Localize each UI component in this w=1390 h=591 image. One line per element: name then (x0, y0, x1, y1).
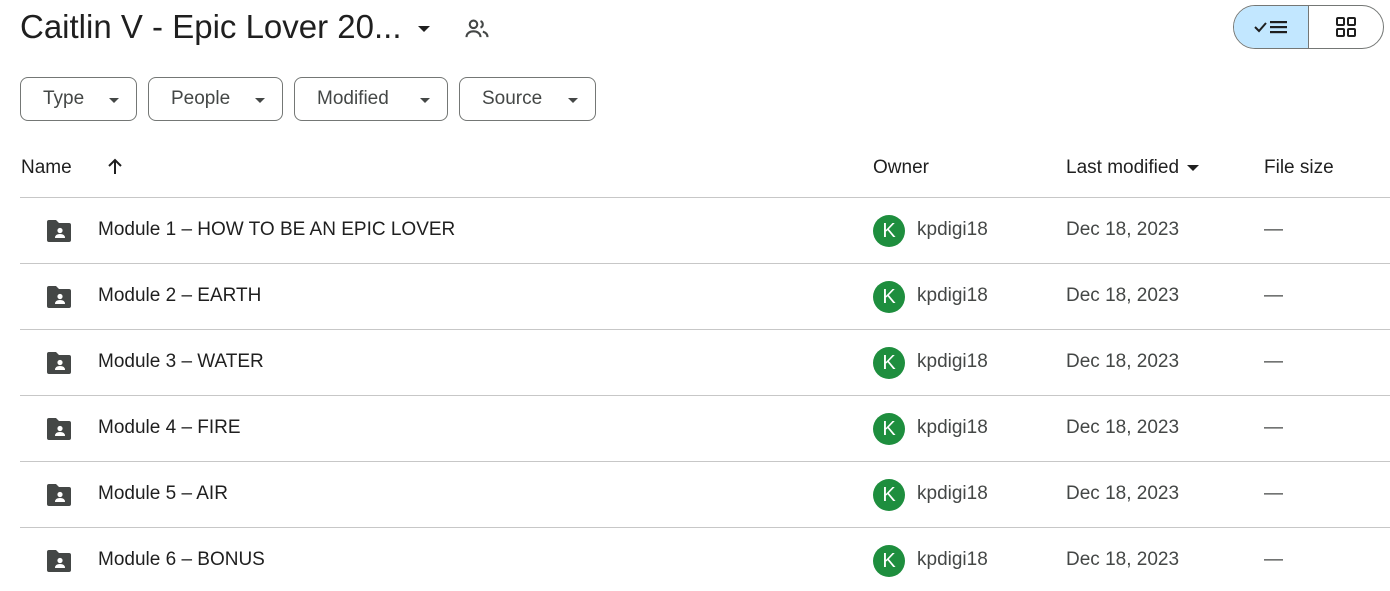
owner-name: kpdigi18 (917, 351, 988, 372)
shared-folder-icon (47, 418, 71, 440)
sort-ascending-arrow-icon[interactable] (104, 156, 126, 178)
file-name[interactable]: Module 4 – FIRE (98, 417, 241, 439)
filter-modified-chip[interactable]: Modified (294, 77, 448, 121)
column-header-last-modified[interactable]: Last modified (1066, 157, 1201, 179)
check-list-icon (1254, 21, 1287, 34)
last-modified-date: Dec 18, 2023 (1066, 483, 1180, 504)
table-header: Name Owner Last modified File size (20, 142, 1390, 198)
file-size: — (1264, 285, 1283, 306)
caret-down-icon (1187, 164, 1200, 171)
caret-down-icon (568, 98, 578, 103)
filter-people-chip[interactable]: People (148, 77, 283, 121)
file-size: — (1264, 219, 1283, 240)
filter-label: Type (43, 88, 85, 109)
caret-down-icon (255, 98, 265, 103)
shared-folder-icon (47, 484, 71, 506)
list-view-button[interactable] (1234, 6, 1309, 48)
last-modified-date: Dec 18, 2023 (1066, 285, 1180, 306)
file-size: — (1264, 549, 1283, 570)
file-name[interactable]: Module 2 – EARTH (98, 285, 261, 307)
shared-folder-icon (47, 220, 71, 242)
column-header-last-modified-label: Last modified (1066, 157, 1180, 178)
table-row[interactable]: Module 1 – HOW TO BE AN EPIC LOVER Kkpdig… (20, 198, 1390, 264)
avatar: K (873, 479, 905, 511)
table-row[interactable]: Module 4 – FIRE Kkpdigi18 Dec 18, 2023 — (20, 396, 1390, 462)
column-header-file-size[interactable]: File size (1264, 157, 1334, 179)
owner-name: kpdigi18 (917, 483, 988, 504)
grid-view-button[interactable] (1309, 6, 1383, 48)
file-size: — (1264, 351, 1283, 372)
avatar: K (873, 413, 905, 445)
filter-label: People (171, 88, 231, 109)
owner-name: kpdigi18 (917, 549, 988, 570)
column-header-name[interactable]: Name (21, 157, 72, 179)
shared-folder-icon (47, 550, 71, 572)
file-name[interactable]: Module 6 – BONUS (98, 549, 265, 571)
table-row[interactable]: Module 2 – EARTH Kkpdigi18 Dec 18, 2023 — (20, 264, 1390, 330)
owner-name: kpdigi18 (917, 219, 988, 240)
file-size: — (1264, 483, 1283, 504)
file-name[interactable]: Module 3 – WATER (98, 351, 264, 373)
file-name[interactable]: Module 1 – HOW TO BE AN EPIC LOVER (98, 219, 455, 241)
file-name[interactable]: Module 5 – AIR (98, 483, 228, 505)
table-row[interactable]: Module 5 – AIR Kkpdigi18 Dec 18, 2023 — (20, 462, 1390, 528)
filter-label: Source (482, 88, 543, 109)
shared-folder-icon (47, 352, 71, 374)
caret-down-icon[interactable] (412, 17, 436, 41)
filter-source-chip[interactable]: Source (459, 77, 596, 121)
folder-title[interactable]: Caitlin V - Epic Lover 20... (20, 6, 402, 48)
shared-people-icon (465, 19, 489, 38)
table-row[interactable]: Module 3 – WATER Kkpdigi18 Dec 18, 2023 — (20, 330, 1390, 396)
caret-down-icon (109, 98, 119, 103)
last-modified-date: Dec 18, 2023 (1066, 351, 1180, 372)
filter-label: Modified (317, 88, 389, 109)
avatar: K (873, 347, 905, 379)
last-modified-date: Dec 18, 2023 (1066, 219, 1180, 240)
avatar: K (873, 281, 905, 313)
caret-down-icon (420, 98, 430, 103)
shared-folder-icon (47, 286, 71, 308)
file-size: — (1264, 417, 1283, 438)
last-modified-date: Dec 18, 2023 (1066, 417, 1180, 438)
column-header-owner[interactable]: Owner (873, 157, 929, 179)
avatar: K (873, 215, 905, 247)
owner-name: kpdigi18 (917, 285, 988, 306)
table-row[interactable]: Module 6 – BONUS Kkpdigi18 Dec 18, 2023 — (20, 528, 1390, 591)
filter-type-chip[interactable]: Type (20, 77, 137, 121)
owner-name: kpdigi18 (917, 417, 988, 438)
view-toggle (1233, 5, 1384, 49)
last-modified-date: Dec 18, 2023 (1066, 549, 1180, 570)
avatar: K (873, 545, 905, 577)
grid-icon (1336, 17, 1356, 37)
title-bar: Caitlin V - Epic Lover 20... (0, 0, 1390, 58)
